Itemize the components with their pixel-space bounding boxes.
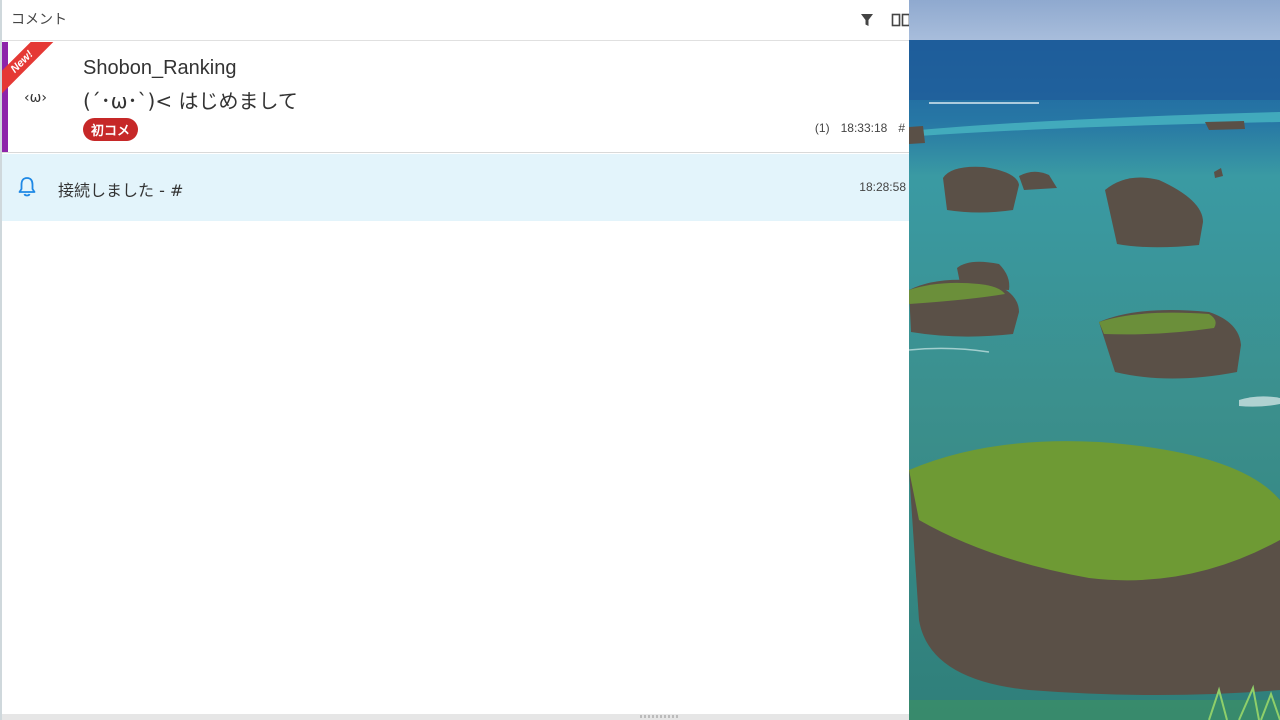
system-message: 接続しました - # 18:28:58 — [2, 154, 909, 221]
system-message-text: 接続しました - # — [58, 181, 184, 200]
comment-panel: コメント New! ‹ω› Shobon_Ranking (´･ω･`)< はじ… — [0, 0, 909, 720]
system-message-time: 18:28:58 — [859, 180, 906, 194]
bell-icon — [17, 176, 37, 198]
comment-time: 18:33:18 — [840, 121, 888, 135]
filter-icon[interactable] — [858, 11, 876, 29]
panel-header: コメント — [2, 0, 909, 41]
comment-count: (1) — [814, 121, 830, 135]
desktop-wallpaper — [909, 0, 1280, 720]
panel-title: コメント — [11, 12, 67, 28]
avatar: ‹ω› — [24, 90, 47, 106]
comment-meta: (1) 18:33:18 # — [815, 121, 905, 135]
comment-hash: # — [898, 121, 905, 135]
first-comment-badge: 初コメ — [83, 118, 139, 141]
comment-item[interactable]: New! ‹ω› Shobon_Ranking (´･ω･`)< はじめまして … — [2, 42, 909, 153]
comment-message: (´･ω･`)< はじめまして — [83, 89, 298, 113]
comment-username[interactable]: Shobon_Ranking — [83, 57, 236, 80]
resize-handle[interactable] — [2, 714, 909, 720]
columns-icon[interactable] — [891, 11, 909, 29]
new-ribbon-label: New! — [8, 48, 36, 76]
